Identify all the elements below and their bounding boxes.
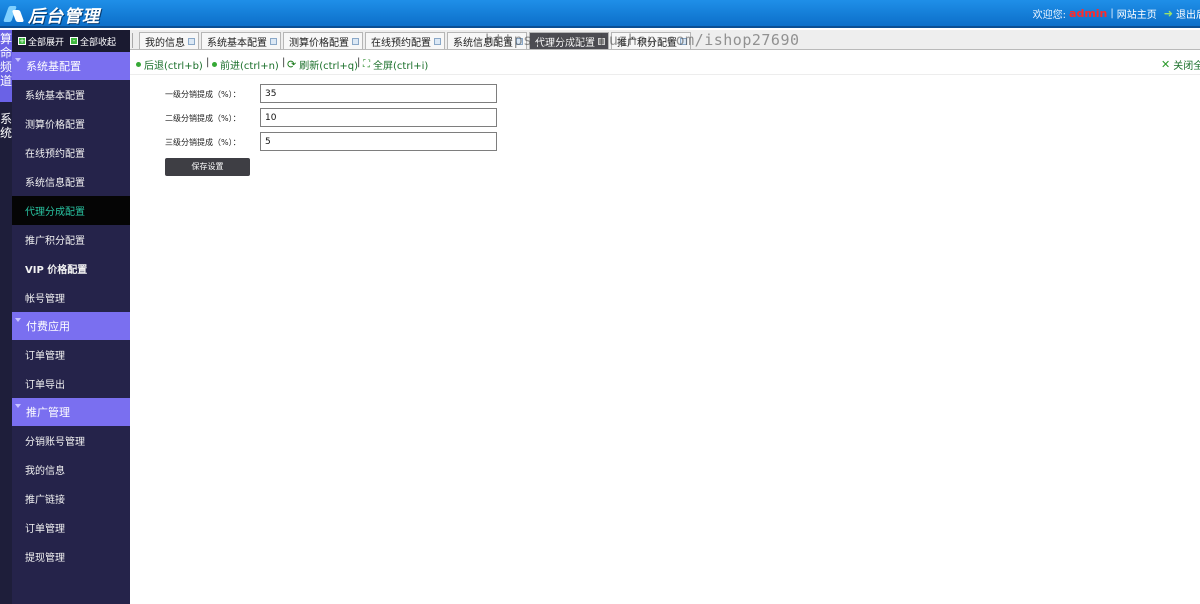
sidebar-item-my-info[interactable]: 我的信息 — [12, 455, 130, 484]
sidebar-group-promotion[interactable]: 推广管理 — [12, 398, 130, 426]
header-user-area: 欢迎您: admin | 网站主页 ➜ 退出后 — [1033, 6, 1200, 21]
tab-close-icon[interactable] — [434, 37, 441, 45]
collapse-all-button[interactable]: - 全部收起 — [70, 35, 116, 48]
sidebar: + 全部展开 - 全部收起 系统基配置 系统基本配置 测算价格配置 在线预约配置… — [12, 30, 130, 604]
refresh-button[interactable]: ⟳ 刷新(ctrl+q) — [287, 57, 358, 72]
sidebar-item-agent-commission[interactable]: 代理分成配置 — [12, 196, 130, 225]
close-all-button[interactable]: ✕ 关闭全 — [1161, 57, 1200, 72]
level1-commission-input[interactable] — [260, 84, 497, 103]
close-all-label: 关闭全 — [1173, 61, 1200, 72]
level1-label: 一级分销提成（%）： — [165, 90, 241, 99]
sidebar-item-distributor-accounts[interactable]: 分销账号管理 — [12, 426, 130, 455]
tab-close-icon[interactable] — [270, 37, 277, 45]
welcome-text: 欢迎您: — [1032, 10, 1067, 21]
logo: 后台管理 — [4, 2, 100, 27]
back-button[interactable]: 后退(ctrl+b) — [136, 57, 203, 72]
tab-label: 在线预约配置 — [371, 37, 431, 49]
save-settings-button[interactable]: 保存设置 — [165, 158, 250, 176]
tab-label: 推广积分配置 — [617, 37, 677, 49]
tab-bar: 我的信息 系统基本配置 测算价格配置 在线预约配置 系统信息配置 代理分成配置 … — [130, 30, 1200, 50]
sidebar-item-vip-price[interactable]: VIP 价格配置 — [12, 254, 130, 283]
tab-label: 系统基本配置 — [207, 37, 267, 49]
tab-scroll-left-handle[interactable] — [132, 33, 135, 48]
tab-close-icon[interactable] — [188, 37, 195, 45]
tab-label: 代理分成配置 — [535, 37, 595, 49]
level3-label: 三级分销提成（%）： — [165, 138, 241, 147]
sidebar-item-accounts[interactable]: 帐号管理 — [12, 283, 130, 312]
tab-price-config[interactable]: 测算价格配置 — [283, 32, 363, 49]
sidebar-item-system-basic[interactable]: 系统基本配置 — [12, 80, 130, 109]
sidebar-item-withdrawals[interactable]: 提现管理 — [12, 542, 130, 571]
expand-all-label: 全部展开 — [28, 37, 65, 48]
back-arrow-icon — [136, 62, 141, 67]
top-header: 后台管理 欢迎您: admin | 网站主页 ➜ 退出后 — [0, 0, 1200, 28]
level3-commission-input[interactable] — [260, 132, 497, 151]
forward-button[interactable]: 前进(ctrl+n) — [212, 57, 279, 72]
forward-arrow-icon — [212, 62, 217, 67]
current-user: admin — [1069, 7, 1108, 20]
header-separator: | — [1110, 8, 1114, 19]
sidebar-ops: + 全部展开 - 全部收起 — [12, 30, 130, 52]
logo-mark-icon — [4, 4, 26, 24]
tab-my-info[interactable]: 我的信息 — [139, 32, 199, 49]
sidebar-item-info-config[interactable]: 系统信息配置 — [12, 167, 130, 196]
fullscreen-label: 全屏(ctrl+i) — [373, 61, 429, 72]
sidebar-item-orders[interactable]: 订单管理 — [12, 340, 130, 369]
forward-label: 前进(ctrl+n) — [220, 61, 279, 72]
sidebar-item-promo-orders[interactable]: 订单管理 — [12, 513, 130, 542]
fullscreen-icon: ⛶ — [363, 59, 370, 70]
minus-icon: - — [70, 37, 79, 45]
channel-label-fortune[interactable]: 算命频道 — [0, 30, 12, 102]
refresh-label: 刷新(ctrl+q) — [299, 61, 359, 72]
tab-close-icon[interactable] — [680, 37, 687, 45]
sidebar-item-price-config[interactable]: 测算价格配置 — [12, 109, 130, 138]
toolbar: 后退(ctrl+b) | 前进(ctrl+n) | ⟳ 刷新(ctrl+q) |… — [130, 51, 1200, 75]
tab-close-icon[interactable] — [516, 37, 523, 45]
level2-label: 二级分销提成（%）： — [165, 114, 241, 123]
channel-label-system[interactable]: 系统 — [0, 112, 12, 140]
toolbar-separator: | — [206, 57, 210, 68]
sidebar-item-promo-link[interactable]: 推广链接 — [12, 484, 130, 513]
expand-all-button[interactable]: + 全部展开 — [18, 35, 64, 48]
tab-points-config[interactable]: 推广积分配置 — [611, 32, 691, 49]
sidebar-group-paid-apps[interactable]: 付费应用 — [12, 312, 130, 340]
site-home-link[interactable]: 网站主页 — [1117, 6, 1157, 21]
tab-label: 我的信息 — [145, 37, 185, 49]
logout-link[interactable]: 退出后 — [1176, 6, 1200, 21]
tab-label: 测算价格配置 — [289, 37, 349, 49]
tab-info-config[interactable]: 系统信息配置 — [447, 32, 527, 49]
refresh-icon: ⟳ — [287, 58, 297, 71]
fullscreen-button[interactable]: ⛶ 全屏(ctrl+i) — [363, 57, 428, 72]
tab-label: 系统信息配置 — [453, 37, 513, 49]
tab-system-basic[interactable]: 系统基本配置 — [201, 32, 281, 49]
tab-close-icon[interactable] — [598, 37, 605, 45]
level2-commission-input[interactable] — [260, 108, 497, 127]
sidebar-group-system[interactable]: 系统基配置 — [12, 52, 130, 80]
toolbar-separator: | — [282, 57, 286, 68]
tab-close-icon[interactable] — [352, 37, 359, 45]
sidebar-item-booking-config[interactable]: 在线预约配置 — [12, 138, 130, 167]
back-label: 后退(ctrl+b) — [144, 61, 203, 72]
collapse-all-label: 全部收起 — [80, 37, 117, 48]
channel-column: 算命频道 系统 — [0, 30, 12, 604]
tab-booking-config[interactable]: 在线预约配置 — [365, 32, 445, 49]
exit-arrow-icon[interactable]: ➜ — [1164, 7, 1173, 20]
toolbar-separator: | — [357, 57, 361, 68]
plus-icon: + — [18, 37, 26, 45]
tab-agent-commission[interactable]: 代理分成配置 — [529, 32, 609, 49]
close-x-icon: ✕ — [1161, 58, 1171, 71]
sidebar-item-points-config[interactable]: 推广积分配置 — [12, 225, 130, 254]
tab-list: 我的信息 系统基本配置 测算价格配置 在线预约配置 系统信息配置 代理分成配置 … — [139, 32, 693, 49]
sidebar-item-order-export[interactable]: 订单导出 — [12, 369, 130, 398]
app-title: 后台管理 — [28, 6, 100, 27]
